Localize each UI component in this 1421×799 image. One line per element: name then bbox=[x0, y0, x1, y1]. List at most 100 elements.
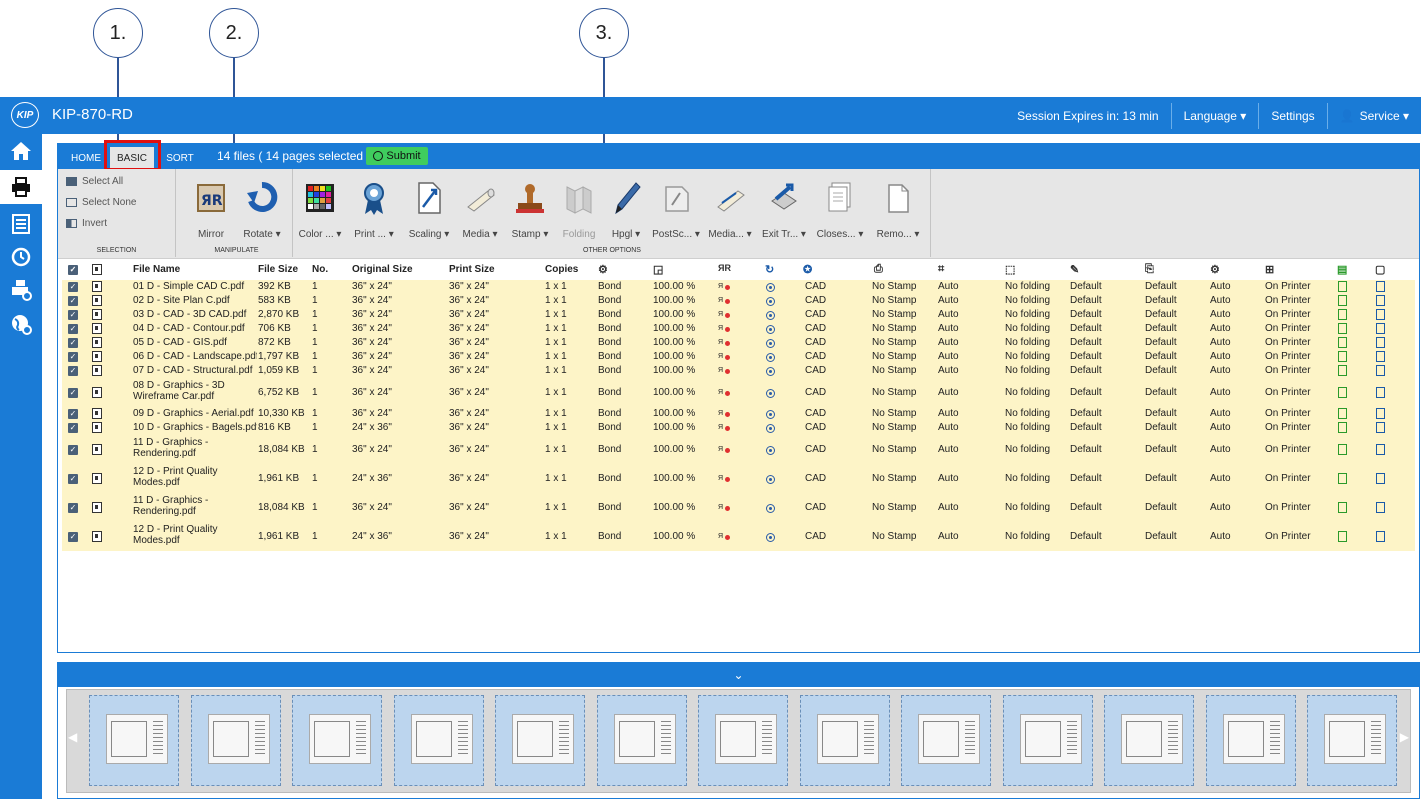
postscript-button[interactable]: PostSc... ▾ bbox=[650, 169, 702, 249]
page-thumbnail[interactable] bbox=[901, 695, 991, 786]
hpgl-button[interactable]: Hpgl ▾ bbox=[604, 169, 648, 249]
mirror-state-icon[interactable]: Я bbox=[718, 504, 730, 513]
row-checkbox[interactable]: ✓ bbox=[68, 445, 78, 455]
page-thumbnail[interactable] bbox=[292, 695, 382, 786]
table-row[interactable]: ✓ 09 D - Graphics - Aerial.pdf 10,330 KB 1 3… bbox=[62, 407, 1415, 421]
tab-sort[interactable]: SORT bbox=[162, 147, 198, 169]
row-checkbox[interactable]: ✓ bbox=[68, 423, 78, 433]
page-preview-icon[interactable] bbox=[1376, 337, 1385, 348]
row-checkbox[interactable]: ✓ bbox=[68, 366, 78, 376]
row-checkbox[interactable]: ✓ bbox=[68, 282, 78, 292]
globe-settings-icon[interactable] bbox=[8, 311, 34, 337]
mirror-state-icon[interactable]: Я bbox=[718, 325, 730, 334]
invert-button[interactable]: Invert bbox=[66, 218, 107, 229]
table-row[interactable]: ✓ 01 D - Simple CAD C.pdf 392 KB 1 36" x 24"… bbox=[62, 280, 1415, 294]
header-original-size[interactable]: Original Size bbox=[352, 264, 413, 275]
row-checkbox[interactable]: ✓ bbox=[68, 388, 78, 398]
history-clock-icon[interactable] bbox=[8, 244, 34, 270]
table-row[interactable]: ✓ 04 D - CAD - Contour.pdf 706 KB 1 36" x 24… bbox=[62, 322, 1415, 336]
page-thumbnail[interactable] bbox=[596, 695, 687, 786]
collate-state-icon[interactable] bbox=[1338, 351, 1347, 362]
mirror-state-icon[interactable]: Я bbox=[718, 410, 730, 419]
page-preview-icon[interactable] bbox=[1376, 408, 1385, 419]
rotate-state-icon[interactable] bbox=[766, 410, 775, 419]
page-preview-icon[interactable] bbox=[1376, 295, 1385, 306]
submit-button[interactable]: Submit bbox=[366, 147, 428, 165]
page-preview-icon[interactable] bbox=[1376, 365, 1385, 376]
closest-button[interactable]: Closes... ▾ bbox=[812, 169, 868, 249]
collate-state-icon[interactable] bbox=[1338, 502, 1347, 513]
page-thumbnail[interactable] bbox=[1104, 695, 1194, 786]
scaling-button[interactable]: Scaling ▾ bbox=[404, 169, 454, 249]
row-checkbox[interactable]: ✓ bbox=[68, 338, 78, 348]
rotate-state-icon[interactable] bbox=[766, 446, 775, 455]
table-row[interactable]: ✓ 03 D - CAD - 3D CAD.pdf 2,870 KB 1 36" x 2… bbox=[62, 308, 1415, 322]
collate-state-icon[interactable] bbox=[1338, 281, 1347, 292]
collate-state-icon[interactable] bbox=[1338, 408, 1347, 419]
collate-state-icon[interactable] bbox=[1338, 365, 1347, 376]
table-row[interactable]: ✓ 11 D - Graphics - Rendering.pdf 18,084 K… bbox=[62, 435, 1415, 464]
table-row[interactable]: ✓ 10 D - Graphics - Bagels.pdf 816 KB 1 24" … bbox=[62, 421, 1415, 435]
mirror-state-icon[interactable]: Я bbox=[718, 339, 730, 348]
rotate-state-icon[interactable] bbox=[766, 283, 775, 292]
table-row[interactable]: ✓ 06 D - CAD - Landscape.pdf 1,797 KB 1 36" … bbox=[62, 350, 1415, 364]
thumbnail-toggle[interactable]: ⌄ bbox=[58, 663, 1419, 687]
home-icon[interactable] bbox=[8, 138, 34, 164]
rotate-button[interactable]: Rotate ▾ bbox=[237, 169, 287, 249]
page-thumbnail[interactable] bbox=[495, 695, 585, 786]
rotate-state-icon[interactable] bbox=[766, 533, 775, 542]
tab-home[interactable]: HOME bbox=[66, 147, 106, 169]
page-preview-icon[interactable] bbox=[1376, 473, 1385, 484]
row-checkbox[interactable]: ✓ bbox=[68, 296, 78, 306]
mirror-state-icon[interactable]: Я bbox=[718, 297, 730, 306]
row-checkbox[interactable]: ✓ bbox=[68, 324, 78, 334]
table-row[interactable]: ✓ 12 D - Print Quality Modes.pdf 1,961 KB 1… bbox=[62, 522, 1415, 551]
mirror-state-icon[interactable]: Я bbox=[718, 533, 730, 542]
media-settings-button[interactable]: Media... ▾ bbox=[704, 169, 756, 249]
page-preview-icon[interactable] bbox=[1376, 281, 1385, 292]
settings-link[interactable]: Settings bbox=[1258, 102, 1326, 129]
user-menu[interactable]: 👤 Service ▾ bbox=[1326, 102, 1421, 129]
collate-state-icon[interactable] bbox=[1338, 387, 1347, 398]
scan-printer-icon[interactable] bbox=[8, 277, 34, 303]
mirror-state-icon[interactable]: Я bbox=[718, 424, 730, 433]
page-preview-icon[interactable] bbox=[1376, 502, 1385, 513]
rotate-state-icon[interactable] bbox=[766, 367, 775, 376]
header-copies[interactable]: Copies bbox=[545, 264, 578, 275]
page-thumbnail[interactable] bbox=[89, 695, 179, 786]
row-checkbox[interactable]: ✓ bbox=[68, 474, 78, 484]
media-button[interactable]: Media ▾ bbox=[456, 169, 504, 249]
page-thumbnail[interactable] bbox=[1002, 695, 1093, 786]
row-checkbox[interactable]: ✓ bbox=[68, 409, 78, 419]
collate-state-icon[interactable] bbox=[1338, 531, 1347, 542]
select-all-checkbox[interactable]: ✓ bbox=[68, 265, 78, 275]
stamp-button[interactable]: Stamp ▾ bbox=[506, 169, 554, 249]
mirror-button[interactable]: ЯR Mirror bbox=[189, 169, 233, 249]
page-preview-icon[interactable] bbox=[1376, 531, 1385, 542]
printer-icon[interactable] bbox=[0, 170, 42, 204]
header-no[interactable]: No. bbox=[312, 264, 328, 275]
collate-state-icon[interactable] bbox=[1338, 337, 1347, 348]
page-preview-icon[interactable] bbox=[1376, 422, 1385, 433]
collate-state-icon[interactable] bbox=[1338, 422, 1347, 433]
select-none-button[interactable]: Select None bbox=[66, 197, 136, 208]
rotate-state-icon[interactable] bbox=[766, 339, 775, 348]
page-preview-icon[interactable] bbox=[1376, 351, 1385, 362]
mirror-state-icon[interactable]: Я bbox=[718, 446, 730, 455]
select-all-button[interactable]: Select All bbox=[66, 176, 123, 187]
header-file-size[interactable]: File Size bbox=[258, 264, 298, 275]
page-thumbnail[interactable] bbox=[393, 695, 484, 786]
rotate-state-icon[interactable] bbox=[766, 424, 775, 433]
queue-list-icon[interactable] bbox=[8, 211, 34, 237]
collate-state-icon[interactable] bbox=[1338, 473, 1347, 484]
table-row[interactable]: ✓ 07 D - CAD - Structural.pdf 1,059 KB 1 36"… bbox=[62, 364, 1415, 378]
table-row[interactable]: ✓ 08 D - Graphics - 3D Wireframe Car.pdf 6… bbox=[62, 378, 1415, 407]
mirror-state-icon[interactable]: Я bbox=[718, 389, 730, 398]
collate-state-icon[interactable] bbox=[1338, 295, 1347, 306]
thumbnail-scroll-right[interactable]: ▶ bbox=[1400, 730, 1409, 744]
thumbnail-scroll-left[interactable]: ◀ bbox=[68, 730, 77, 744]
mirror-state-icon[interactable]: Я bbox=[718, 311, 730, 320]
page-preview-icon[interactable] bbox=[1376, 323, 1385, 334]
header-print-size[interactable]: Print Size bbox=[449, 264, 495, 275]
collate-state-icon[interactable] bbox=[1338, 444, 1347, 455]
